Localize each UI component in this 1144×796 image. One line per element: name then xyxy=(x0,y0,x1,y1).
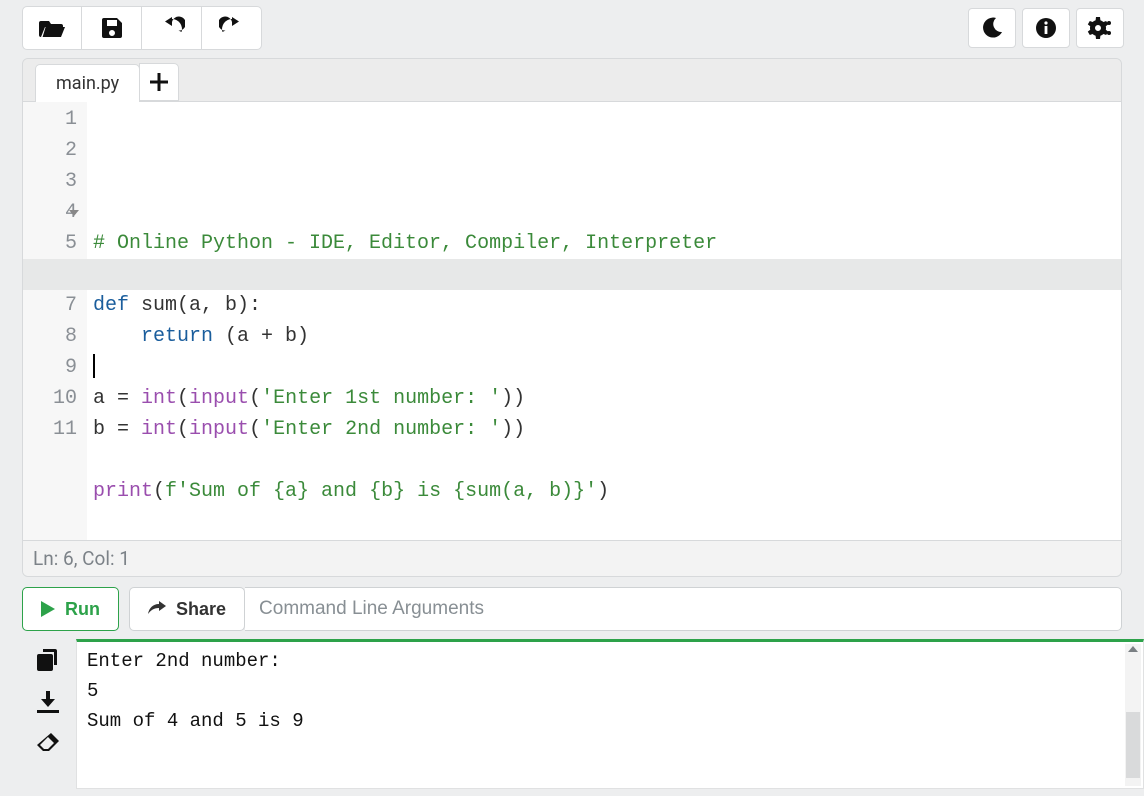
code-line[interactable] xyxy=(93,197,1115,228)
settings-button[interactable] xyxy=(1076,8,1124,48)
code-line[interactable]: def sum(a, b): xyxy=(93,290,1115,321)
info-icon xyxy=(1035,17,1057,39)
undo-icon xyxy=(159,16,185,40)
scrollbar[interactable] xyxy=(1125,644,1141,786)
toolbar xyxy=(0,0,1144,56)
console-wrap: Enter 2nd number: 5Sum of 4 and 5 is 9 xyxy=(22,639,1144,789)
console-output[interactable]: Enter 2nd number: 5Sum of 4 and 5 is 9 xyxy=(76,639,1144,789)
line-number: 7 xyxy=(29,290,77,321)
play-icon xyxy=(41,601,55,617)
download-icon xyxy=(37,691,59,713)
code-line[interactable]: a = int(input('Enter 1st number: ')) xyxy=(93,383,1115,414)
run-label: Run xyxy=(65,599,100,620)
line-number: 5 xyxy=(29,228,77,259)
line-number: 2 xyxy=(29,135,77,166)
line-gutter: 1234567891011 xyxy=(23,102,87,540)
redo-button[interactable] xyxy=(202,6,262,50)
toolbar-left-group xyxy=(22,6,262,50)
share-label: Share xyxy=(176,599,226,620)
text-cursor xyxy=(93,354,95,378)
moon-icon xyxy=(981,17,1003,39)
line-number: 4 xyxy=(29,197,77,228)
add-tab-button[interactable] xyxy=(139,63,179,101)
copy-icon xyxy=(37,649,59,671)
redo-icon xyxy=(219,16,245,40)
line-number: 3 xyxy=(29,166,77,197)
copy-button[interactable] xyxy=(37,649,61,673)
run-bar: Run Share xyxy=(22,587,1122,631)
eraser-icon xyxy=(37,733,61,753)
code-line[interactable]: b = int(input('Enter 2nd number: ')) xyxy=(93,414,1115,445)
tab-bar: main.py xyxy=(23,59,1121,102)
code-line[interactable] xyxy=(93,352,1115,383)
open-button[interactable] xyxy=(22,6,82,50)
code-line[interactable] xyxy=(93,445,1115,476)
code-editor[interactable]: 1234567891011 # Online Python - IDE, Edi… xyxy=(23,102,1121,540)
code-line[interactable]: return (a + b) xyxy=(93,321,1115,352)
share-icon xyxy=(148,601,166,617)
console-line: Sum of 4 and 5 is 9 xyxy=(87,706,1133,736)
undo-button[interactable] xyxy=(142,6,202,50)
editor-panel: main.py 1234567891011 # Online Python - … xyxy=(22,58,1122,577)
toolbar-right-group xyxy=(968,8,1138,48)
cursor-position: Ln: 6, Col: 1 xyxy=(33,547,130,570)
save-icon xyxy=(101,17,123,39)
download-button[interactable] xyxy=(37,691,61,715)
code-line[interactable] xyxy=(93,507,1115,538)
code-line[interactable] xyxy=(93,259,1115,290)
line-number: 9 xyxy=(29,352,77,383)
scroll-up-icon xyxy=(1128,646,1138,652)
status-bar: Ln: 6, Col: 1 xyxy=(23,540,1121,576)
code-area[interactable]: # Online Python - IDE, Editor, Compiler,… xyxy=(87,102,1121,540)
code-line[interactable]: print(f'Sum of {a} and {b} is {sum(a, b)… xyxy=(93,476,1115,507)
info-button[interactable] xyxy=(1022,8,1070,48)
code-line[interactable]: # Online Python - IDE, Editor, Compiler,… xyxy=(93,228,1115,259)
scroll-thumb[interactable] xyxy=(1126,712,1140,778)
eraser-button[interactable] xyxy=(37,733,61,757)
share-button[interactable]: Share xyxy=(129,587,245,631)
line-number: 1 xyxy=(29,104,77,135)
theme-button[interactable] xyxy=(968,8,1016,48)
line-number: 11 xyxy=(29,414,77,445)
save-button[interactable] xyxy=(82,6,142,50)
console-line: Enter 2nd number: xyxy=(87,646,1133,676)
line-number: 10 xyxy=(29,383,77,414)
gear-icon xyxy=(1087,17,1113,39)
run-button[interactable]: Run xyxy=(22,587,119,631)
line-number: 8 xyxy=(29,321,77,352)
folder-open-icon xyxy=(39,17,65,39)
console-line: 5 xyxy=(87,676,1133,706)
args-input[interactable] xyxy=(245,587,1122,631)
console-sidebar xyxy=(22,639,76,789)
tab-main-py[interactable]: main.py xyxy=(35,64,140,102)
plus-icon xyxy=(150,73,168,91)
